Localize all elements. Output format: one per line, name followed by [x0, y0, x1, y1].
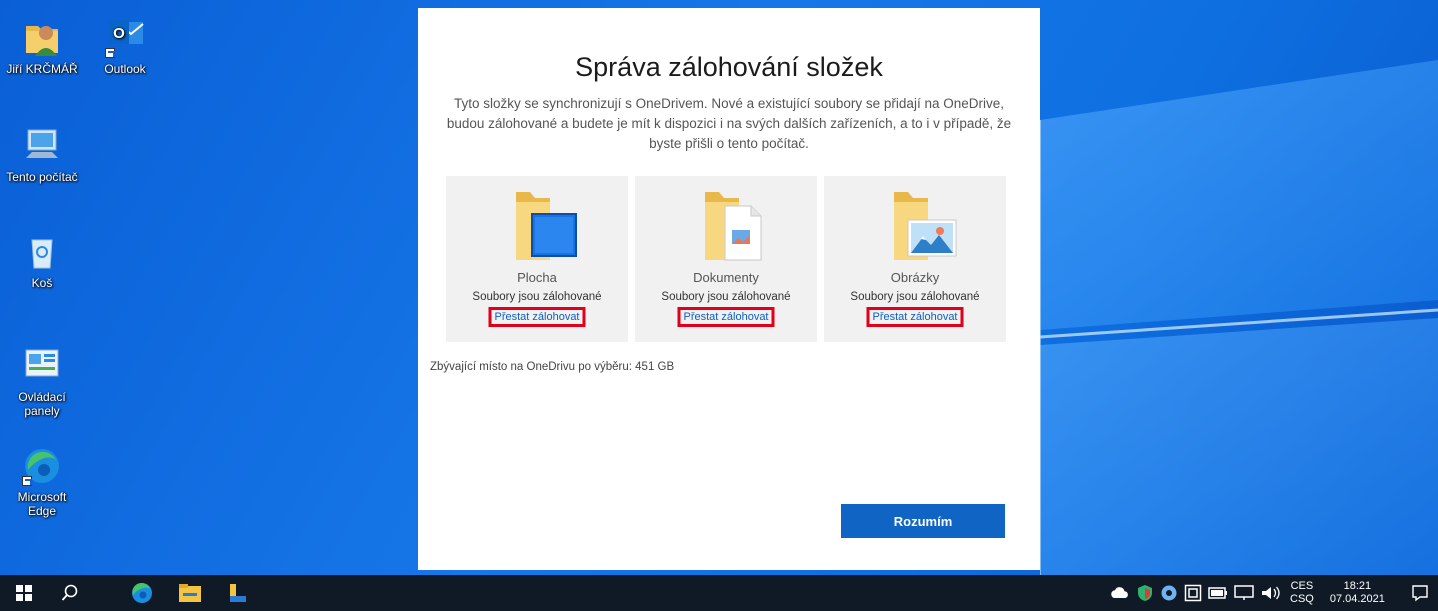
desktop-icon-computer[interactable]: Tento počítač	[4, 126, 80, 184]
folder-status: Soubory jsou zálohované	[472, 291, 602, 303]
clock-date: 07.04.2021	[1329, 593, 1385, 605]
documents-folder-icon	[705, 192, 762, 261]
notification-icon[interactable]	[1411, 584, 1429, 602]
taskbar-file-explorer[interactable]	[168, 575, 212, 611]
security-shield-icon[interactable]	[1136, 584, 1154, 602]
onedrive-cloud-icon[interactable]	[1110, 586, 1130, 600]
window-switch-icon[interactable]	[1184, 584, 1202, 602]
onedrive-backup-dialog: Správa zálohování složek Tyto složky se …	[418, 8, 1040, 570]
clock-time: 18:21	[1343, 580, 1372, 592]
stop-backup-link[interactable]: Přestat zálohovat	[488, 307, 586, 327]
user-folder-icon	[230, 584, 246, 602]
desktop-icon-control-panel[interactable]: Ovládací panely	[4, 346, 80, 418]
shortcut-arrow-icon	[105, 48, 115, 58]
input-language-indicator[interactable]: CES CSQ	[1290, 580, 1314, 606]
computer-icon	[22, 126, 62, 166]
edge-icon	[22, 446, 62, 486]
pictures-folder-icon	[894, 192, 957, 260]
desktop-icon-edge[interactable]: Microsoft Edge	[4, 446, 80, 518]
outlook-icon: O	[105, 18, 145, 58]
recycle-bin-icon	[22, 232, 62, 272]
desktop-folder-icon	[516, 192, 577, 260]
folder-name: Dokumenty	[693, 270, 759, 285]
shortcut-arrow-icon	[22, 476, 32, 486]
folder-name: Plocha	[517, 270, 557, 285]
language-code: CES	[1290, 580, 1314, 592]
dialog-title: Správa zálohování složek	[575, 52, 883, 82]
desktop-icon-label: Koš	[31, 276, 53, 290]
dialog-description: Tyto složky se synchronizují s OneDrivem…	[446, 96, 1012, 151]
windows-start-icon	[16, 585, 32, 601]
folder-name: Obrázky	[890, 270, 940, 285]
start-button[interactable]	[0, 575, 48, 611]
stop-backup-link[interactable]: Přestat zálohovat	[866, 307, 964, 327]
folder-status: Soubory jsou zálohované	[661, 291, 791, 303]
desktop-icon-user[interactable]: Jiří KRČMÁŘ	[4, 18, 80, 76]
desktop-icon-label: Jiří KRČMÁŘ	[6, 62, 78, 76]
edge-icon	[132, 582, 152, 603]
svg-text:O: O	[113, 25, 125, 42]
desktop-icon-label: Tento počítač	[6, 170, 78, 184]
folder-status: Soubory jsou zálohované	[850, 291, 980, 303]
desktop-icon-recycle-bin[interactable]: Koš	[4, 232, 80, 290]
desktop-icon-label: Outlook	[104, 62, 146, 76]
user-folder-icon	[22, 18, 62, 58]
taskbar: CES CSQ 18:21 07.04.2021	[0, 575, 1438, 611]
network-icon[interactable]	[1234, 585, 1254, 601]
file-explorer-icon	[179, 584, 201, 602]
taskbar-edge[interactable]	[120, 575, 164, 611]
taskbar-onedrive-folder[interactable]	[216, 575, 260, 611]
remaining-space-text: Zbývající místo na OneDrivu po výběru: 4…	[430, 361, 675, 373]
battery-icon[interactable]	[1208, 585, 1228, 601]
system-tray: CES CSQ 18:21 07.04.2021	[1110, 575, 1429, 611]
desktop-icon-label: Ovládací panely	[18, 390, 66, 418]
desktop-icon-outlook[interactable]: O Outlook	[87, 18, 163, 76]
folder-card-pictures: Obrázky Soubory jsou zálohované Přestat …	[824, 176, 1006, 342]
keyboard-layout: CSQ	[1290, 593, 1314, 605]
desktop-icon-label: Microsoft Edge	[17, 490, 67, 518]
stop-backup-link[interactable]: Přestat zálohovat	[677, 307, 775, 327]
gear-icon[interactable]	[1160, 584, 1178, 602]
search-button[interactable]	[48, 575, 92, 611]
control-panel-icon	[22, 346, 62, 386]
search-icon	[61, 584, 78, 601]
folder-card-documents: Dokumenty Soubory jsou zálohované Přesta…	[635, 176, 817, 342]
ok-button[interactable]: Rozumím	[841, 504, 1005, 538]
folder-card-desktop: Plocha Soubory jsou zálohované Přestat z…	[446, 176, 628, 342]
folder-cards: Plocha Soubory jsou zálohované Přestat z…	[446, 176, 1022, 342]
windows-logo-background	[1040, 60, 1438, 575]
volume-icon[interactable]	[1260, 585, 1280, 601]
taskbar-clock[interactable]: 18:21 07.04.2021	[1330, 580, 1385, 606]
